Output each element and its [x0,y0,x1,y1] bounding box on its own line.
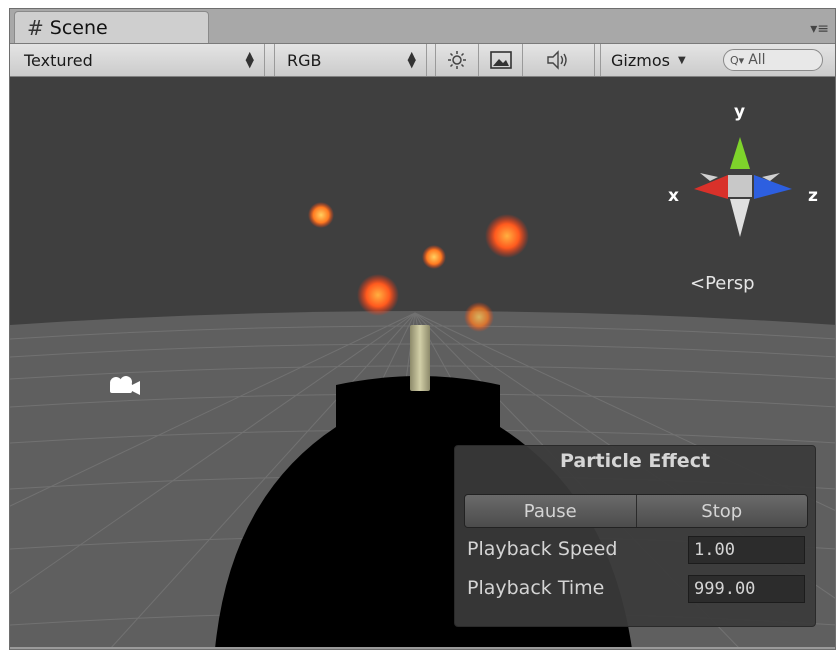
playback-speed-field[interactable]: 1.00 [688,536,805,564]
persp-label: Persp [705,273,755,294]
sun-icon [448,51,466,69]
search-placeholder: All [748,52,766,68]
search-input[interactable]: Q▾ All [723,49,823,71]
gizmo-x-label: x [668,186,679,206]
bomb-fuse [410,325,430,391]
draw-mode-value: Textured [24,50,93,70]
tab-scene-label: Scene [49,16,108,39]
dropdown-arrows-icon: ▲ ▼ [245,49,254,70]
fire-particle [308,202,334,228]
projection-toggle[interactable]: <Persp [690,273,755,294]
gizmos-dropdown[interactable]: Gizmos ▼ [600,44,713,76]
fire-particle [464,302,494,332]
scene-window: # Scene ▾≡ Textured ▲ ▼ RGB ▲ ▼ Gizmos ▼… [9,8,836,650]
draw-mode-dropdown[interactable]: Textured ▲ ▼ [10,44,265,76]
scene-lighting-toggle[interactable] [435,44,479,76]
render-mode-dropdown[interactable]: RGB ▲ ▼ [274,44,427,76]
gizmos-label: Gizmos [611,50,670,70]
scene-audio-toggle[interactable] [523,44,595,76]
chevron-down-icon: ▼ [677,54,686,66]
scene-viewport[interactable]: y x z <Persp Particle Effect Pause Stop … [10,77,835,649]
tab-scene[interactable]: # Scene [14,11,209,43]
stop-button[interactable]: Stop [635,495,807,527]
fire-particle [485,214,529,258]
playback-buttons: Pause Stop [464,494,808,528]
render-mode-value: RGB [287,50,322,70]
panel-title: Particle Effect [559,450,711,472]
orientation-gizmo[interactable]: y x z [668,102,818,237]
fire-particle [357,274,399,316]
speaker-icon [546,50,567,70]
fire-particle [422,245,446,269]
panel-menu-icon[interactable]: ▾≡ [810,21,829,37]
search-icon: Q▾ [730,53,745,67]
gizmo-z-label: z [808,186,818,206]
playback-time-field[interactable]: 999.00 [688,575,805,603]
playback-time-label: Playback Time [467,577,605,599]
pause-button[interactable]: Pause [465,495,636,527]
window-bottom-border [10,647,835,649]
tab-bar: # Scene ▾≡ [10,9,835,44]
scene-icon: # [27,15,44,40]
gizmo-y-label: y [734,102,745,122]
image-icon [489,51,512,69]
scene-image-toggle[interactable] [479,44,523,76]
particle-effect-panel: Particle Effect Pause Stop Playback Spee… [454,445,816,627]
scene-toolbar: Textured ▲ ▼ RGB ▲ ▼ Gizmos ▼ Q▾ All [10,44,835,77]
dropdown-arrows-icon: ▲ ▼ [407,49,416,70]
persp-arrow-icon: < [690,273,706,294]
playback-speed-label: Playback Speed [467,538,618,560]
